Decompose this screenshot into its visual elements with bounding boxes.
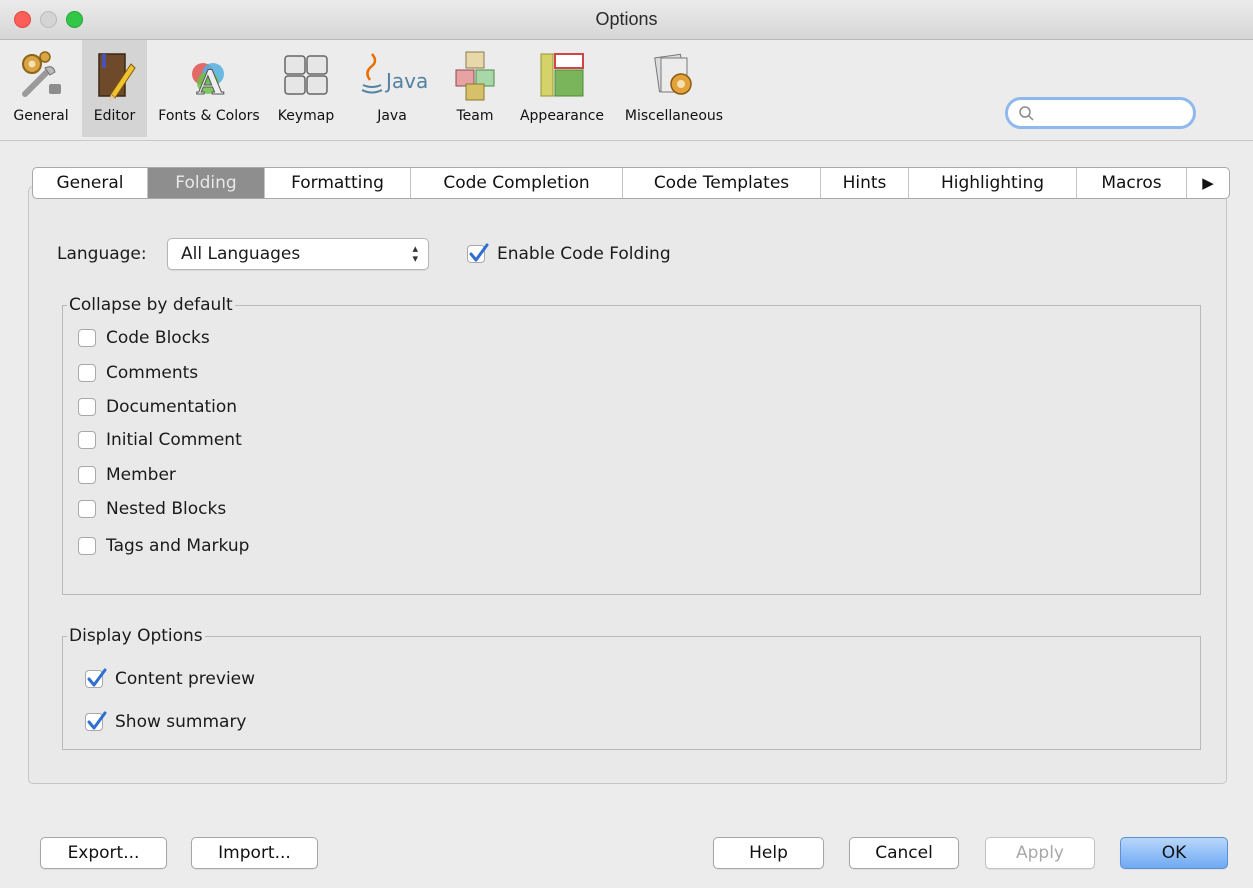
enable-code-folding-checkbox[interactable] bbox=[467, 243, 489, 263]
category-label: Editor bbox=[93, 108, 136, 124]
import-button[interactable]: Import... bbox=[191, 837, 318, 869]
tab-general[interactable]: General bbox=[33, 168, 148, 198]
category-label: Fonts & Colors bbox=[158, 108, 260, 124]
category-team[interactable]: Team bbox=[440, 40, 510, 137]
nested-blocks-checkbox[interactable] bbox=[78, 500, 96, 518]
category-label: Miscellaneous bbox=[624, 108, 724, 124]
miscellaneous-gear-icon bbox=[649, 50, 699, 105]
show-summary-label: Show summary bbox=[115, 712, 247, 732]
gears-wrench-icon bbox=[17, 50, 65, 105]
cancel-button[interactable]: Cancel bbox=[849, 837, 959, 869]
category-fonts-colors[interactable]: A Fonts & Colors bbox=[152, 40, 266, 137]
tags-and-markup-label: Tags and Markup bbox=[106, 536, 250, 556]
documentation-checkbox[interactable] bbox=[78, 398, 96, 416]
tab-code-templates[interactable]: Code Templates bbox=[623, 168, 821, 198]
language-label: Language: bbox=[57, 244, 147, 264]
ok-button[interactable]: OK bbox=[1120, 837, 1228, 869]
code-blocks-label: Code Blocks bbox=[106, 328, 210, 348]
search-field[interactable] bbox=[1005, 97, 1196, 129]
comments-label: Comments bbox=[106, 363, 199, 383]
content-preview-checkbox[interactable] bbox=[85, 668, 107, 688]
category-label: Appearance bbox=[519, 108, 605, 124]
tab-code-completion[interactable]: Code Completion bbox=[411, 168, 623, 198]
fonts-colors-icon: A bbox=[183, 50, 235, 105]
member-checkbox[interactable] bbox=[78, 466, 96, 484]
code-blocks-checkbox[interactable] bbox=[78, 329, 96, 347]
language-select[interactable]: All Languages ▴ ▾ bbox=[167, 238, 429, 270]
content-preview-label: Content preview bbox=[115, 669, 256, 689]
category-label: General bbox=[13, 108, 69, 124]
window-title: Options bbox=[595, 9, 658, 29]
keyboard-keys-icon bbox=[281, 50, 331, 105]
category-label: Keymap bbox=[277, 108, 335, 124]
category-general[interactable]: General bbox=[0, 40, 82, 137]
appearance-layout-icon bbox=[537, 50, 587, 105]
team-cubes-icon bbox=[450, 50, 500, 107]
svg-text:A: A bbox=[196, 63, 224, 100]
tab-folding[interactable]: Folding bbox=[148, 168, 265, 198]
documentation-label: Documentation bbox=[106, 397, 238, 417]
category-keymap[interactable]: Keymap bbox=[266, 40, 346, 137]
category-miscellaneous[interactable]: Miscellaneous bbox=[618, 40, 730, 137]
tags-and-markup-checkbox[interactable] bbox=[78, 537, 96, 555]
category-toolbar: General Editor A Fonts & Colors Keymap J… bbox=[0, 40, 1253, 140]
help-button[interactable]: Help bbox=[713, 837, 824, 869]
tab-hints[interactable]: Hints bbox=[821, 168, 909, 198]
tab-scroll-more-button[interactable]: ▶ bbox=[1187, 168, 1229, 198]
book-pencil-icon bbox=[93, 50, 137, 107]
apply-button[interactable]: Apply bbox=[985, 837, 1095, 869]
category-java[interactable]: Java Java bbox=[352, 40, 432, 137]
collapse-group-title: Collapse by default bbox=[67, 295, 235, 315]
tab-macros[interactable]: Macros bbox=[1077, 168, 1187, 198]
select-arrows-icon: ▴ ▾ bbox=[412, 242, 418, 265]
enable-code-folding-label: Enable Code Folding bbox=[497, 244, 671, 264]
category-editor[interactable]: Editor bbox=[82, 40, 147, 137]
category-appearance[interactable]: Appearance bbox=[512, 40, 612, 137]
comments-checkbox[interactable] bbox=[78, 364, 96, 382]
member-label: Member bbox=[106, 465, 176, 485]
export-button[interactable]: Export... bbox=[40, 837, 167, 869]
display-options-title: Display Options bbox=[67, 626, 205, 646]
initial-comment-checkbox[interactable] bbox=[78, 431, 96, 449]
display-options-group bbox=[62, 636, 1201, 750]
toolbar-divider bbox=[0, 140, 1253, 141]
tab-formatting[interactable]: Formatting bbox=[265, 168, 411, 198]
language-select-value: All Languages bbox=[181, 244, 301, 264]
editor-tab-bar: General Folding Formatting Code Completi… bbox=[32, 167, 1230, 199]
nested-blocks-label: Nested Blocks bbox=[106, 499, 227, 519]
show-summary-checkbox[interactable] bbox=[85, 711, 107, 731]
tab-highlighting[interactable]: Highlighting bbox=[909, 168, 1077, 198]
category-label: Java bbox=[377, 108, 407, 124]
java-logo-icon: Java bbox=[352, 50, 432, 105]
search-icon bbox=[1018, 105, 1036, 128]
title-bar: Options bbox=[0, 0, 1253, 40]
initial-comment-label: Initial Comment bbox=[106, 430, 242, 450]
java-wordmark: Java bbox=[384, 69, 428, 93]
category-label: Team bbox=[456, 108, 494, 124]
